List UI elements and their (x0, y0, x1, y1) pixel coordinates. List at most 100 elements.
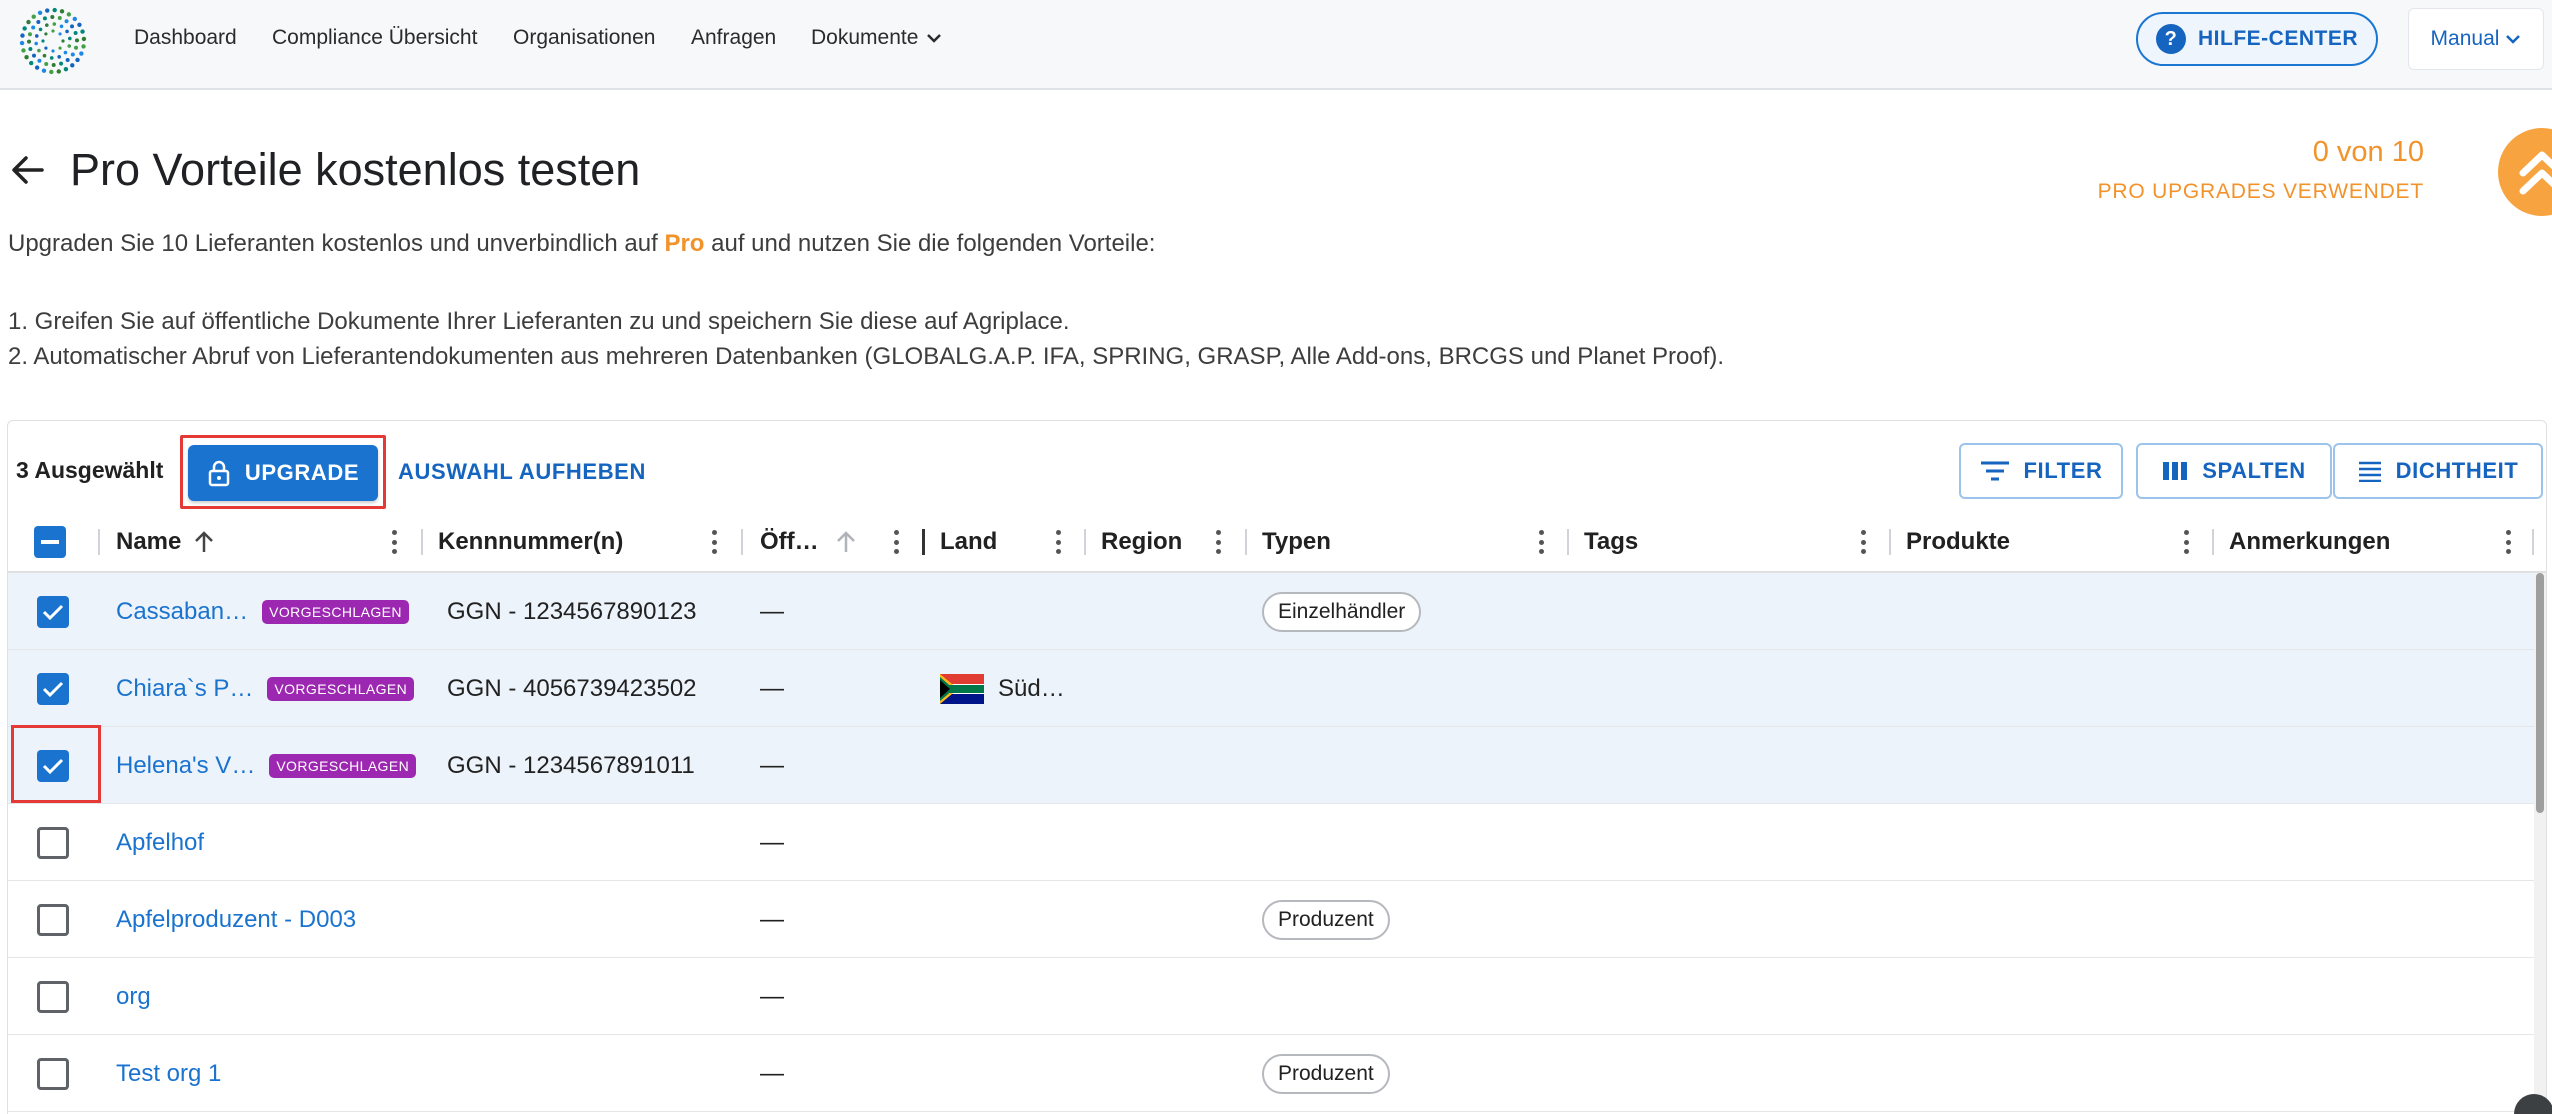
upgrade-label: UPGRADE (244, 460, 360, 485)
columns-button[interactable]: SPALTEN (2136, 443, 2332, 499)
column-separator[interactable] (98, 529, 100, 555)
col-header-land[interactable]: Land (940, 511, 997, 573)
row-checkbox[interactable] (37, 727, 69, 804)
checkbox-unchecked-icon (37, 826, 69, 859)
logo-icon[interactable] (16, 4, 90, 78)
column-menu-icon[interactable] (1215, 530, 1221, 554)
col-header-tags[interactable]: Tags (1584, 511, 1638, 573)
nav-compliance[interactable]: Compliance Übersicht (272, 26, 477, 50)
south-africa-flag-icon (940, 673, 984, 704)
column-menu-icon[interactable] (2505, 530, 2511, 554)
back-arrow-icon[interactable] (10, 152, 46, 188)
column-separator[interactable] (2212, 529, 2214, 555)
benefit-2: 2. Automatischer Abruf von Lieferantendo… (8, 343, 1725, 370)
nav-organisationen[interactable]: Organisationen (513, 26, 655, 50)
column-menu-icon[interactable] (711, 530, 717, 554)
filter-icon (1980, 461, 2009, 481)
top-navigation: Dashboard Compliance Übersicht Organisat… (0, 0, 2552, 90)
types-cell: Produzent (1262, 881, 1390, 958)
col-header-typen[interactable]: Typen (1262, 511, 1331, 573)
name-cell: Helena's V… VORGESCHLAGEN (116, 727, 417, 804)
columns-label: SPALTEN (2202, 458, 2306, 483)
row-checkbox[interactable] (37, 650, 69, 727)
name-cell: Chiara`s P… VORGESCHLAGEN (116, 650, 415, 727)
table-row[interactable]: Chiara`s P… VORGESCHLAGEN GGN - 40567394… (8, 650, 2546, 727)
checkbox-checked-icon (37, 672, 69, 705)
column-resize-handle[interactable] (922, 529, 925, 555)
vertical-scrollbar[interactable] (2534, 573, 2546, 1114)
supplier-name-link[interactable]: Helena's V… (116, 752, 255, 780)
nav-dokumente[interactable]: Dokumente (811, 26, 942, 50)
scrollbar-thumb[interactable] (2536, 573, 2544, 813)
id-cell: GGN - 4056739423502 (447, 674, 697, 702)
col-header-oeffentlich[interactable]: Öff… (760, 511, 857, 573)
col-header-region[interactable]: Region (1101, 511, 1182, 573)
table-row[interactable]: Cassaban… VORGESCHLAGEN GGN - 1234567890… (8, 573, 2546, 650)
country-cell: Süd… (940, 650, 1065, 727)
column-menu-icon[interactable] (1860, 530, 1866, 554)
column-separator[interactable] (1084, 529, 1086, 555)
column-menu-icon[interactable] (1055, 530, 1061, 554)
density-button[interactable]: DICHTHEIT (2333, 443, 2543, 499)
public-cell: — (760, 597, 784, 625)
checkbox-unchecked-icon (37, 980, 69, 1013)
table-row[interactable]: org — (8, 958, 2546, 1035)
supplier-name-link[interactable]: Cassaban… (116, 598, 248, 626)
row-checkbox[interactable] (37, 573, 69, 650)
filter-button[interactable]: FILTER (1959, 443, 2123, 499)
row-checkbox[interactable] (37, 804, 69, 881)
clear-selection-button[interactable]: AUSWAHL AUFHEBEN (398, 459, 646, 485)
suppliers-grid: 3 Ausgewählt UPGRADE AUSWAHL AUFHEBEN FI… (7, 420, 2547, 1114)
nav-dashboard[interactable]: Dashboard (134, 26, 237, 50)
select-all-checkbox[interactable] (34, 511, 66, 573)
row-checkbox[interactable] (37, 958, 69, 1035)
manual-dropdown[interactable]: Manual (2408, 8, 2544, 70)
page-title: Pro Vorteile kostenlos testen (70, 144, 641, 195)
public-cell: — (760, 828, 784, 856)
help-center-button[interactable]: ? HILFE-CENTER (2136, 12, 2378, 66)
benefit-1: 1. Greifen Sie auf öffentliche Dokumente… (8, 308, 1070, 335)
public-cell: — (760, 674, 784, 702)
row-checkbox[interactable] (37, 1035, 69, 1112)
column-separator[interactable] (1245, 529, 1247, 555)
nav-anfragen[interactable]: Anfragen (691, 26, 776, 50)
column-separator[interactable] (741, 529, 743, 555)
table-row[interactable]: Test org 1 — Produzent (8, 1035, 2546, 1112)
col-header-produkte[interactable]: Produkte (1906, 511, 2010, 573)
country-name: Süd… (998, 674, 1065, 702)
upgrade-button[interactable]: UPGRADE (188, 445, 378, 501)
column-separator[interactable] (1889, 529, 1891, 555)
table-row[interactable]: Apfelproduzent - D003 — Produzent (8, 881, 2546, 958)
grid-toolbar: 3 Ausgewählt UPGRADE AUSWAHL AUFHEBEN FI… (8, 421, 2546, 511)
column-menu-icon[interactable] (893, 530, 899, 554)
col-header-kennnummer[interactable]: Kennnummer(n) (438, 511, 623, 573)
supplier-name-link[interactable]: Apfelhof (116, 829, 204, 857)
column-menu-icon[interactable] (391, 530, 397, 554)
column-menu-icon[interactable] (1538, 530, 1544, 554)
upgrade-counter-label: PRO UPGRADES VERWENDET (2097, 180, 2424, 203)
table-row[interactable]: Apfelhof — (8, 804, 2546, 881)
upgrade-counter: 0 von 10 (2312, 136, 2424, 168)
name-cell: org (116, 958, 151, 1035)
col-header-name[interactable]: Name (116, 511, 215, 573)
sort-hint-icon[interactable] (835, 530, 857, 554)
column-separator[interactable] (1567, 529, 1569, 555)
col-header-anmerkungen[interactable]: Anmerkungen (2229, 511, 2390, 573)
nav-dokumente-label: Dokumente (811, 26, 919, 49)
column-separator[interactable] (421, 529, 423, 555)
sort-ascending-icon[interactable] (193, 530, 215, 554)
pro-upgrade-badge (2498, 128, 2552, 216)
column-header-row: Name Kennnummer(n) Öff… Land Region Type… (8, 511, 2546, 573)
name-cell: Test org 1 (116, 1035, 221, 1112)
public-cell: — (760, 1059, 784, 1087)
supplier-name-link[interactable]: Test org 1 (116, 1060, 221, 1088)
column-menu-icon[interactable] (2183, 530, 2189, 554)
row-checkbox[interactable] (37, 881, 69, 958)
supplier-name-link[interactable]: Apfelproduzent - D003 (116, 906, 356, 934)
supplier-name-link[interactable]: Chiara`s P… (116, 675, 253, 703)
supplier-name-link[interactable]: org (116, 983, 151, 1011)
public-cell: — (760, 982, 784, 1010)
table-row[interactable]: Helena's V… VORGESCHLAGEN GGN - 12345678… (8, 727, 2546, 804)
column-separator[interactable] (2532, 529, 2534, 555)
chevron-down-icon (2506, 35, 2521, 44)
